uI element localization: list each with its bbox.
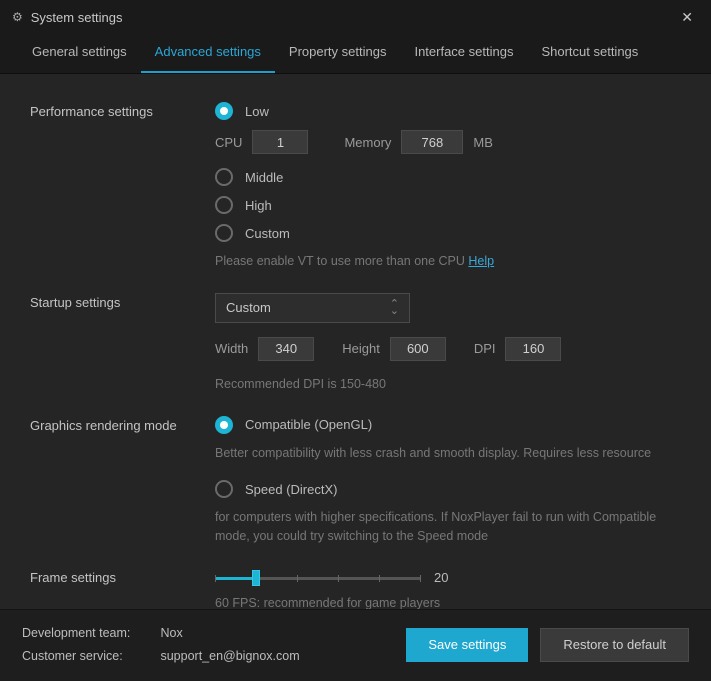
chevron-updown-icon: ⌃⌄ <box>390 301 399 314</box>
dev-team-value: Nox <box>160 626 182 640</box>
dpi-hint: Recommended DPI is 150-480 <box>215 375 681 394</box>
cpu-input[interactable] <box>252 130 308 154</box>
radio-high[interactable]: High <box>215 196 681 214</box>
tab-shortcut[interactable]: Shortcut settings <box>527 34 652 73</box>
radio-custom-label: Custom <box>245 226 290 241</box>
radio-high-label: High <box>245 198 272 213</box>
customer-service-value: support_en@bignox.com <box>160 649 299 663</box>
radio-low[interactable]: Low <box>215 102 681 120</box>
tab-general[interactable]: General settings <box>18 34 141 73</box>
restore-button[interactable]: Restore to default <box>540 628 689 662</box>
startup-label: Startup settings <box>30 293 215 394</box>
speed-hint: for computers with higher specifications… <box>215 508 681 546</box>
save-button[interactable]: Save settings <box>406 628 528 662</box>
frame-label: Frame settings <box>30 568 215 609</box>
dpi-label: DPI <box>474 341 496 356</box>
tab-property[interactable]: Property settings <box>275 34 401 73</box>
fps-value: 20 <box>434 570 448 585</box>
compatible-hint: Better compatibility with less crash and… <box>215 444 681 463</box>
window-title: System settings <box>31 10 123 25</box>
gear-icon: ⚙ <box>12 10 23 24</box>
settings-window: ⚙ System settings ✕ General settings Adv… <box>0 0 711 681</box>
radio-custom[interactable]: Custom <box>215 224 681 242</box>
help-link[interactable]: Help <box>468 254 494 268</box>
radio-speed[interactable]: Speed (DirectX) <box>215 480 681 498</box>
height-input[interactable] <box>390 337 446 361</box>
startup-mode-select[interactable]: Custom ⌃⌄ <box>215 293 410 323</box>
width-label: Width <box>215 341 248 356</box>
radio-compatible[interactable]: Compatible (OpenGL) <box>215 416 681 434</box>
radio-dot-icon <box>215 224 233 242</box>
graphics-label: Graphics rendering mode <box>30 416 215 546</box>
radio-compatible-label: Compatible (OpenGL) <box>245 417 372 432</box>
radio-middle[interactable]: Middle <box>215 168 681 186</box>
radio-middle-label: Middle <box>245 170 283 185</box>
fps-hint1: 60 FPS: recommended for game players <box>215 594 681 609</box>
memory-input[interactable] <box>401 130 463 154</box>
cpu-label: CPU <box>215 135 242 150</box>
height-label: Height <box>342 341 380 356</box>
tab-interface[interactable]: Interface settings <box>400 34 527 73</box>
tab-advanced[interactable]: Advanced settings <box>141 34 275 73</box>
close-icon[interactable]: ✕ <box>675 5 699 30</box>
radio-dot-icon <box>215 196 233 214</box>
memory-unit: MB <box>473 135 493 150</box>
memory-label: Memory <box>344 135 391 150</box>
slider-thumb[interactable] <box>252 570 260 586</box>
titlebar: ⚙ System settings ✕ <box>0 0 711 34</box>
performance-label: Performance settings <box>30 102 215 271</box>
tab-bar: General settings Advanced settings Prope… <box>0 34 711 74</box>
footer: Development team: Nox Customer service: … <box>0 609 711 681</box>
width-input[interactable] <box>258 337 314 361</box>
radio-dot-icon <box>215 102 233 120</box>
startup-mode-value: Custom <box>226 300 271 315</box>
radio-dot-icon <box>215 480 233 498</box>
radio-speed-label: Speed (DirectX) <box>245 482 337 497</box>
fps-slider[interactable] <box>215 568 420 588</box>
radio-dot-icon <box>215 168 233 186</box>
vt-hint: Please enable VT to use more than one CP… <box>215 252 681 271</box>
content-pane: Performance settings Low CPU Memory MB M… <box>0 74 711 609</box>
dev-team-label: Development team: <box>22 622 157 645</box>
dpi-input[interactable] <box>505 337 561 361</box>
radio-dot-icon <box>215 416 233 434</box>
customer-service-label: Customer service: <box>22 645 157 668</box>
radio-low-label: Low <box>245 104 269 119</box>
